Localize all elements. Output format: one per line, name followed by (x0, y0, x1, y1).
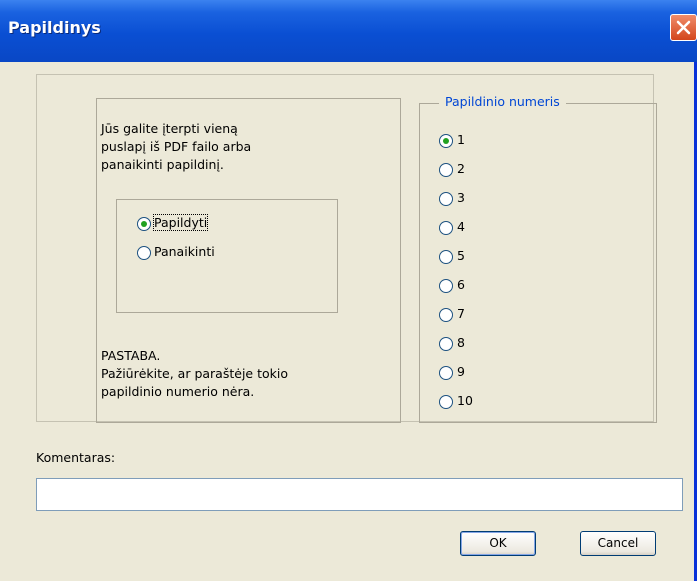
number-radio-label[interactable]: 5 (457, 248, 465, 263)
action-radio-group: Papildyti Panaikinti (116, 199, 338, 313)
main-panel: Jūs galite įterpti vieną puslapį iš PDF … (36, 74, 657, 423)
number-radio-6[interactable] (439, 279, 453, 293)
note-line: PASTABA. (101, 348, 161, 363)
radio-papildyti[interactable] (137, 217, 151, 231)
number-radio-label[interactable]: 4 (457, 219, 465, 234)
note-text: PASTABA. Pažiūrėkite, ar paraštėje tokio… (101, 347, 341, 401)
instructions-text: Jūs galite įterpti vieną puslapį iš PDF … (101, 120, 321, 174)
number-groupbox (419, 103, 657, 423)
number-radio-2[interactable] (439, 163, 453, 177)
instructions-line: puslapį iš PDF failo arba (101, 139, 252, 154)
note-line: Pažiūrėkite, ar paraštėje tokio (101, 366, 288, 381)
dialog-body: Jūs galite įterpti vieną puslapį iš PDF … (0, 62, 691, 581)
number-radio-7[interactable] (439, 308, 453, 322)
comment-input[interactable] (36, 478, 683, 511)
radio-label-panaikinti[interactable]: Panaikinti (154, 244, 215, 259)
number-radio-3[interactable] (439, 192, 453, 206)
number-radio-label[interactable]: 9 (457, 364, 465, 379)
cancel-button[interactable]: Cancel (580, 531, 656, 556)
radio-panaikinti[interactable] (137, 246, 151, 260)
number-radio-label[interactable]: 10 (457, 393, 473, 408)
title-bar[interactable]: Papildinys (0, 0, 697, 62)
number-radio-label[interactable]: 7 (457, 306, 465, 321)
number-radio-10[interactable] (439, 395, 453, 409)
instructions-line: Jūs galite įterpti vieną (101, 121, 238, 136)
number-radio-label[interactable]: 3 (457, 190, 465, 205)
number-radio-label[interactable]: 6 (457, 277, 465, 292)
number-radio-label[interactable]: 2 (457, 161, 465, 176)
number-radio-9[interactable] (439, 366, 453, 380)
close-icon (676, 20, 691, 35)
number-radio-label[interactable]: 8 (457, 335, 465, 350)
dialog-window: Papildinys Jūs galite įterpti vieną pusl… (0, 0, 697, 581)
comment-label: Komentaras: (36, 450, 116, 465)
instructions-line: panaikinti papildinį. (101, 157, 224, 172)
number-radio-1[interactable] (439, 134, 453, 148)
note-line: papildinio numerio nėra. (101, 384, 255, 399)
window-title: Papildinys (8, 18, 101, 37)
close-button[interactable] (670, 14, 697, 41)
number-radio-label[interactable]: 1 (457, 132, 465, 147)
number-radio-4[interactable] (439, 221, 453, 235)
number-group-legend: Papildinio numeris (439, 94, 566, 109)
number-radio-8[interactable] (439, 337, 453, 351)
ok-button[interactable]: OK (460, 531, 536, 556)
number-radio-5[interactable] (439, 250, 453, 264)
radio-label-papildyti[interactable]: Papildyti (152, 214, 209, 231)
